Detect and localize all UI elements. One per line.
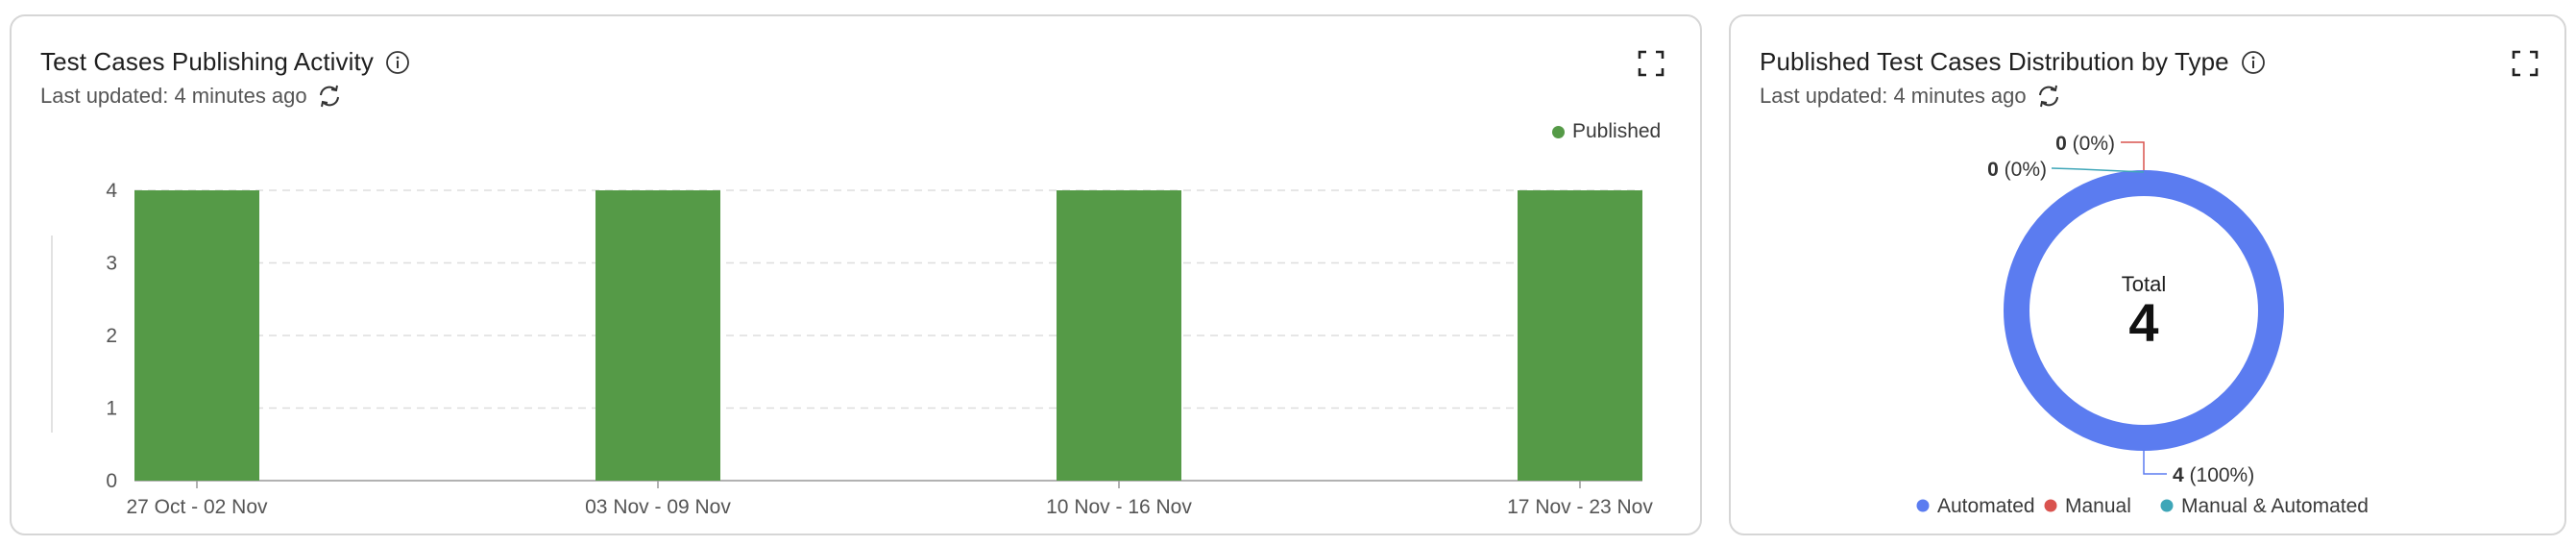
legend-swatch [2160,499,2174,512]
bar [1518,190,1642,481]
bar [595,190,720,481]
leader-line-manual [2121,141,2145,170]
x-tick-label: 17 Nov - 23 Nov [1507,496,1653,518]
legend-label: Automated [1937,495,2035,517]
slice-label-manual-automated: 0 (0%) [1987,159,2047,181]
legend-label: Manual & Automated [2181,495,2369,517]
slice-label-percent: (0%) [1999,159,2047,181]
leader-line-automated [2143,451,2167,475]
legend-item-manual: Manual [2044,495,2131,517]
leader-line-manual-automated [2051,167,2145,173]
y-tick-label: 1 [106,398,117,420]
slice-label-percent: (0%) [2067,133,2115,155]
legend-swatch [1916,499,1930,512]
publishing-activity-card: Test Cases Publishing Activity Last upda… [10,14,1702,535]
bar [134,190,259,481]
y-tick-label: 0 [106,470,117,492]
legend-item-manual-automated: Manual & Automated [2160,495,2369,517]
x-tick-label: 03 Nov - 09 Nov [585,496,731,518]
x-tick-label: 10 Nov - 16 Nov [1046,496,1192,518]
donut-chart: Total40 (0%)0 (0%)4 (100%)Automated Manua… [1916,133,2369,517]
legend-item-automated: Automated [1916,495,2035,517]
y-tick-label: 3 [106,253,117,275]
bar-chart: 0 1 2 3 4 27 Oct - 02 Nov 03 Nov - 09 Nov 10 No… [51,180,1653,518]
y-tick-label: 2 [106,325,117,347]
slice-label-automated: 4 (100%) [2173,464,2254,486]
x-tick-label: 27 Oct - 02 Nov [126,496,268,518]
slice-label-percent: (100%) [2184,464,2255,486]
legend-swatch [2044,499,2057,512]
slice-label-value: 0 [1987,159,1999,181]
total-value: 4 [2128,292,2158,353]
slice-label-value: 0 [2055,133,2067,155]
legend-label: Manual [2065,495,2131,517]
y-tick-label: 4 [106,180,117,202]
slice-label-manual: 0 (0%) [2055,133,2115,155]
slice-label-value: 4 [2173,464,2184,486]
distribution-card: Published Test Cases Distribution by Typ… [1729,14,2566,535]
bar [1057,190,1181,481]
